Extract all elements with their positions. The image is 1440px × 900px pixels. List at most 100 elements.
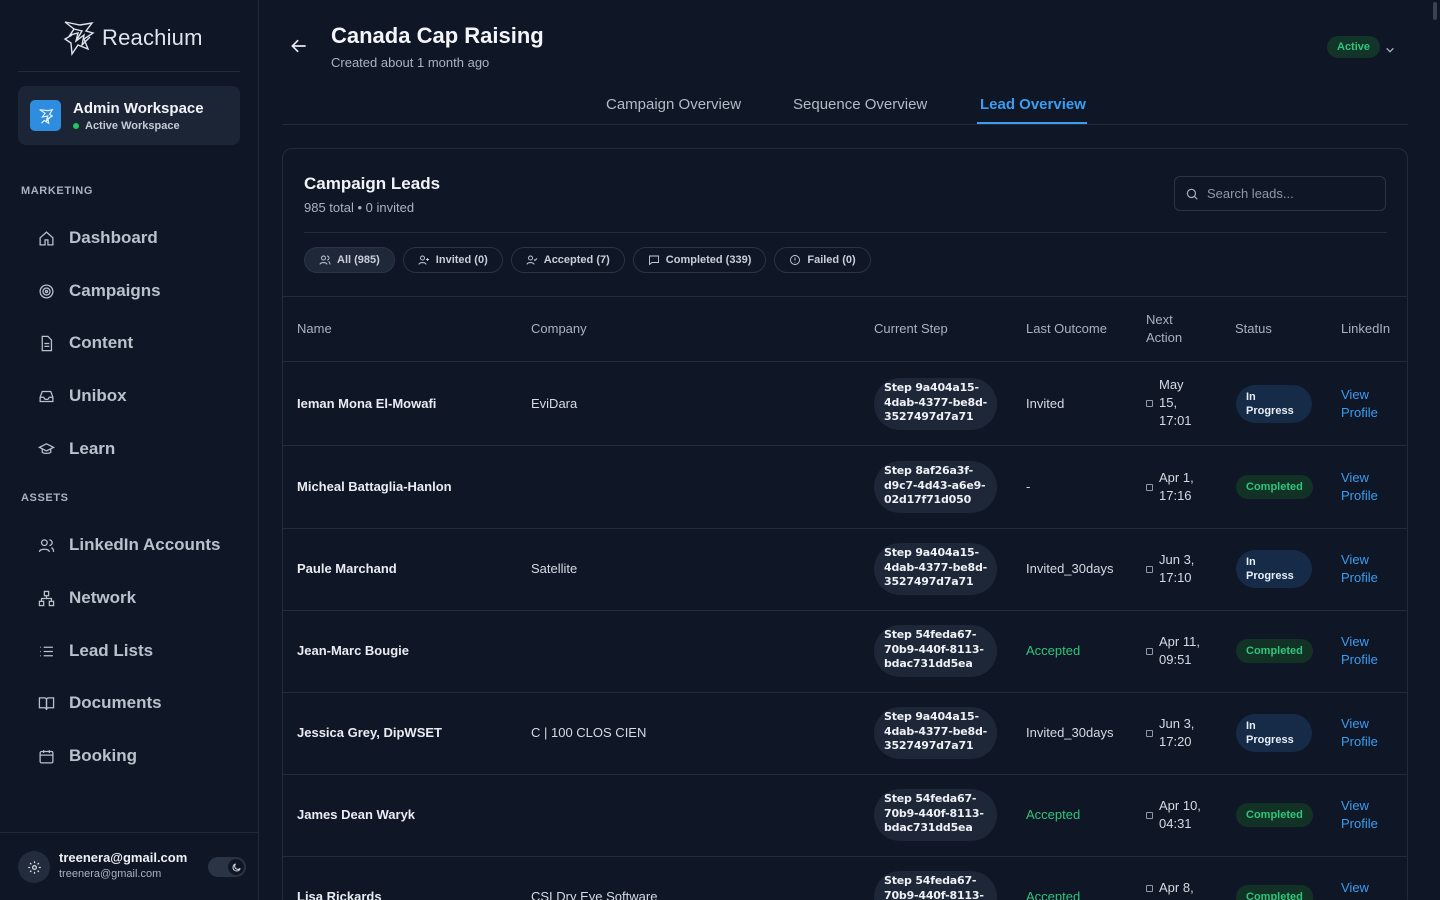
view-profile-link[interactable]: View Profile xyxy=(1341,715,1378,751)
table-row[interactable]: Jean-Marc Bougie Step 54feda67- 70b9-440… xyxy=(283,610,1407,693)
status-badge: Completed xyxy=(1236,803,1313,827)
divider xyxy=(18,71,240,72)
lead-company: EviDara xyxy=(531,396,578,411)
search-input[interactable] xyxy=(1207,186,1367,201)
sidebar-item-content[interactable]: Content xyxy=(38,328,133,358)
sidebar-item-linkedin-accounts[interactable]: LinkedIn Accounts xyxy=(38,530,220,560)
table-row[interactable]: Micheal Battaglia-Hanlon Step 8af26a3f- … xyxy=(283,446,1407,529)
sidebar-item-unibox[interactable]: Unibox xyxy=(38,381,127,411)
status-badge: Completed xyxy=(1236,885,1313,900)
lead-name: Jean-Marc Bougie xyxy=(297,643,409,658)
sidebar-item-booking[interactable]: Booking xyxy=(38,741,137,771)
current-step-badge: Step 9a404a15- 4dab-4377-be8d- 3527497d7… xyxy=(874,543,997,595)
sidebar-item-dashboard[interactable]: Dashboard xyxy=(38,223,158,253)
back-arrow-icon[interactable] xyxy=(289,36,309,56)
table-row[interactable]: Ieman Mona El-Mowafi EviDara Step 9a404a… xyxy=(283,363,1407,446)
tab-sequence-overview[interactable]: Sequence Overview xyxy=(793,96,927,113)
divider xyxy=(304,232,1387,233)
view-profile-link[interactable]: View Profile xyxy=(1341,551,1378,587)
search-icon xyxy=(1186,188,1198,200)
workspace-title: Admin Workspace xyxy=(73,99,204,117)
campaign-leads-card: Campaign Leads 985 total • 0 invited All… xyxy=(282,148,1408,900)
column-header-current-step[interactable]: Current Step xyxy=(874,320,948,338)
alert-circle-icon xyxy=(790,255,801,265)
moon-icon xyxy=(228,859,244,875)
sidebar-item-lead-lists[interactable]: Lead Lists xyxy=(38,636,153,666)
sidebar-item-network[interactable]: Network xyxy=(38,583,136,613)
lead-name: Micheal Battaglia-Hanlon xyxy=(297,479,452,494)
tab-campaign-overview[interactable]: Campaign Overview xyxy=(606,96,741,113)
document-icon xyxy=(41,335,53,351)
lead-name: Jessica Grey, DipWSET xyxy=(297,725,442,740)
user-name: treenera@gmail.com xyxy=(59,850,188,865)
column-header-name[interactable]: Name xyxy=(297,320,332,338)
view-profile-link[interactable]: View Profile xyxy=(1341,469,1378,505)
settings-gear-icon[interactable] xyxy=(18,851,50,883)
filter-failed[interactable]: Failed (0) xyxy=(774,247,871,273)
table-row[interactable]: Lisa Rickards CSI Dry Eye Software Step … xyxy=(283,856,1407,900)
status-badge: Completed xyxy=(1236,475,1313,499)
clock-icon xyxy=(1146,647,1153,655)
filter-accepted[interactable]: Accepted (7) xyxy=(510,247,625,273)
divider xyxy=(0,832,258,833)
current-step-badge: Step 8af26a3f- d9c7-4d43-a6e9- 02d17f71d… xyxy=(874,461,997,513)
leads-summary: 985 total • 0 invited xyxy=(304,200,415,215)
users-icon xyxy=(38,538,55,552)
chevron-down-icon[interactable] xyxy=(1385,42,1395,60)
user-check-icon xyxy=(526,255,538,265)
clock-icon xyxy=(1146,399,1153,407)
workspace-logo-icon xyxy=(30,100,61,131)
sidebar-item-learn[interactable]: Learn xyxy=(38,434,115,464)
filter-invited[interactable]: Invited (0) xyxy=(402,247,503,273)
column-header-next-action[interactable]: Next Action xyxy=(1146,311,1182,347)
status-badge: In Progress xyxy=(1236,385,1312,423)
filter-all[interactable]: All (985) xyxy=(304,247,395,273)
brand-logo[interactable]: Reachium xyxy=(62,18,203,58)
campaign-status-badge[interactable]: Active xyxy=(1327,36,1381,58)
current-step-badge: Step 54feda67- 70b9-440f-8113- bdac731dd… xyxy=(874,625,997,677)
calendar-icon xyxy=(39,749,54,764)
sidebar-item-campaigns[interactable]: Campaigns xyxy=(38,276,161,306)
column-header-company[interactable]: Company xyxy=(531,320,587,338)
sidebar-item-documents[interactable]: Documents xyxy=(38,688,162,718)
home-icon xyxy=(39,230,54,246)
column-header-linkedin[interactable]: LinkedIn xyxy=(1341,320,1390,338)
status-badge: In Progress xyxy=(1236,714,1312,752)
table-row[interactable]: Jessica Grey, DipWSET C | 100 CLOS CIEN … xyxy=(283,692,1407,775)
card-title: Campaign Leads xyxy=(304,174,441,193)
current-step-badge: Step 9a404a15- 4dab-4377-be8d- 3527497d7… xyxy=(874,378,997,430)
column-header-status[interactable]: Status xyxy=(1235,320,1272,338)
scrollbar-thumb[interactable] xyxy=(1433,2,1437,20)
view-profile-link[interactable]: View Profile xyxy=(1341,386,1378,422)
last-outcome: Invited_30days xyxy=(1026,561,1114,576)
next-action: Apr 11, 09:51 xyxy=(1146,633,1200,669)
current-step-badge: Step 9a404a15- 4dab-4377-be8d- 3527497d7… xyxy=(874,707,997,759)
next-action: Apr 1, 17:16 xyxy=(1146,469,1194,505)
current-step-badge: Step 54feda67- 70b9-440f-8113- bdac731dd… xyxy=(874,789,997,841)
clock-icon xyxy=(1146,811,1153,819)
table-row[interactable]: James Dean Waryk Step 54feda67- 70b9-440… xyxy=(283,774,1407,857)
status-badge: In Progress xyxy=(1236,550,1312,588)
view-profile-link[interactable]: View Profile xyxy=(1341,633,1378,669)
next-action: May 15, 17:01 xyxy=(1146,376,1192,430)
table-header: Name Company Current Step Last Outcome N… xyxy=(283,296,1407,362)
table-row[interactable]: Paule Marchand Satellite Step 9a404a15- … xyxy=(283,528,1407,611)
filter-completed[interactable]: Completed (339) xyxy=(632,247,767,273)
book-icon xyxy=(38,696,55,710)
marketing-section-label: MARKETING xyxy=(21,185,94,197)
active-tab-indicator xyxy=(977,122,1087,124)
users-icon xyxy=(319,255,331,265)
theme-toggle[interactable] xyxy=(208,857,246,877)
workspace-switcher[interactable]: Admin Workspace Active Workspace xyxy=(18,86,240,145)
view-profile-link[interactable]: View Profile xyxy=(1341,797,1378,833)
page-scrollbar[interactable] xyxy=(1430,0,1440,900)
filter-bar: All (985) Invited (0) Accepted (7) Compl… xyxy=(304,247,871,273)
column-header-last-outcome[interactable]: Last Outcome xyxy=(1026,320,1107,338)
reachium-logo-icon xyxy=(63,21,95,57)
view-profile-link[interactable]: View xyxy=(1341,879,1369,897)
brand-name: Reachium xyxy=(102,25,203,50)
tab-lead-overview[interactable]: Lead Overview xyxy=(980,96,1086,113)
lead-name: Lisa Rickards xyxy=(297,889,382,900)
last-outcome: Accepted xyxy=(1026,643,1081,658)
search-box[interactable] xyxy=(1174,176,1386,211)
